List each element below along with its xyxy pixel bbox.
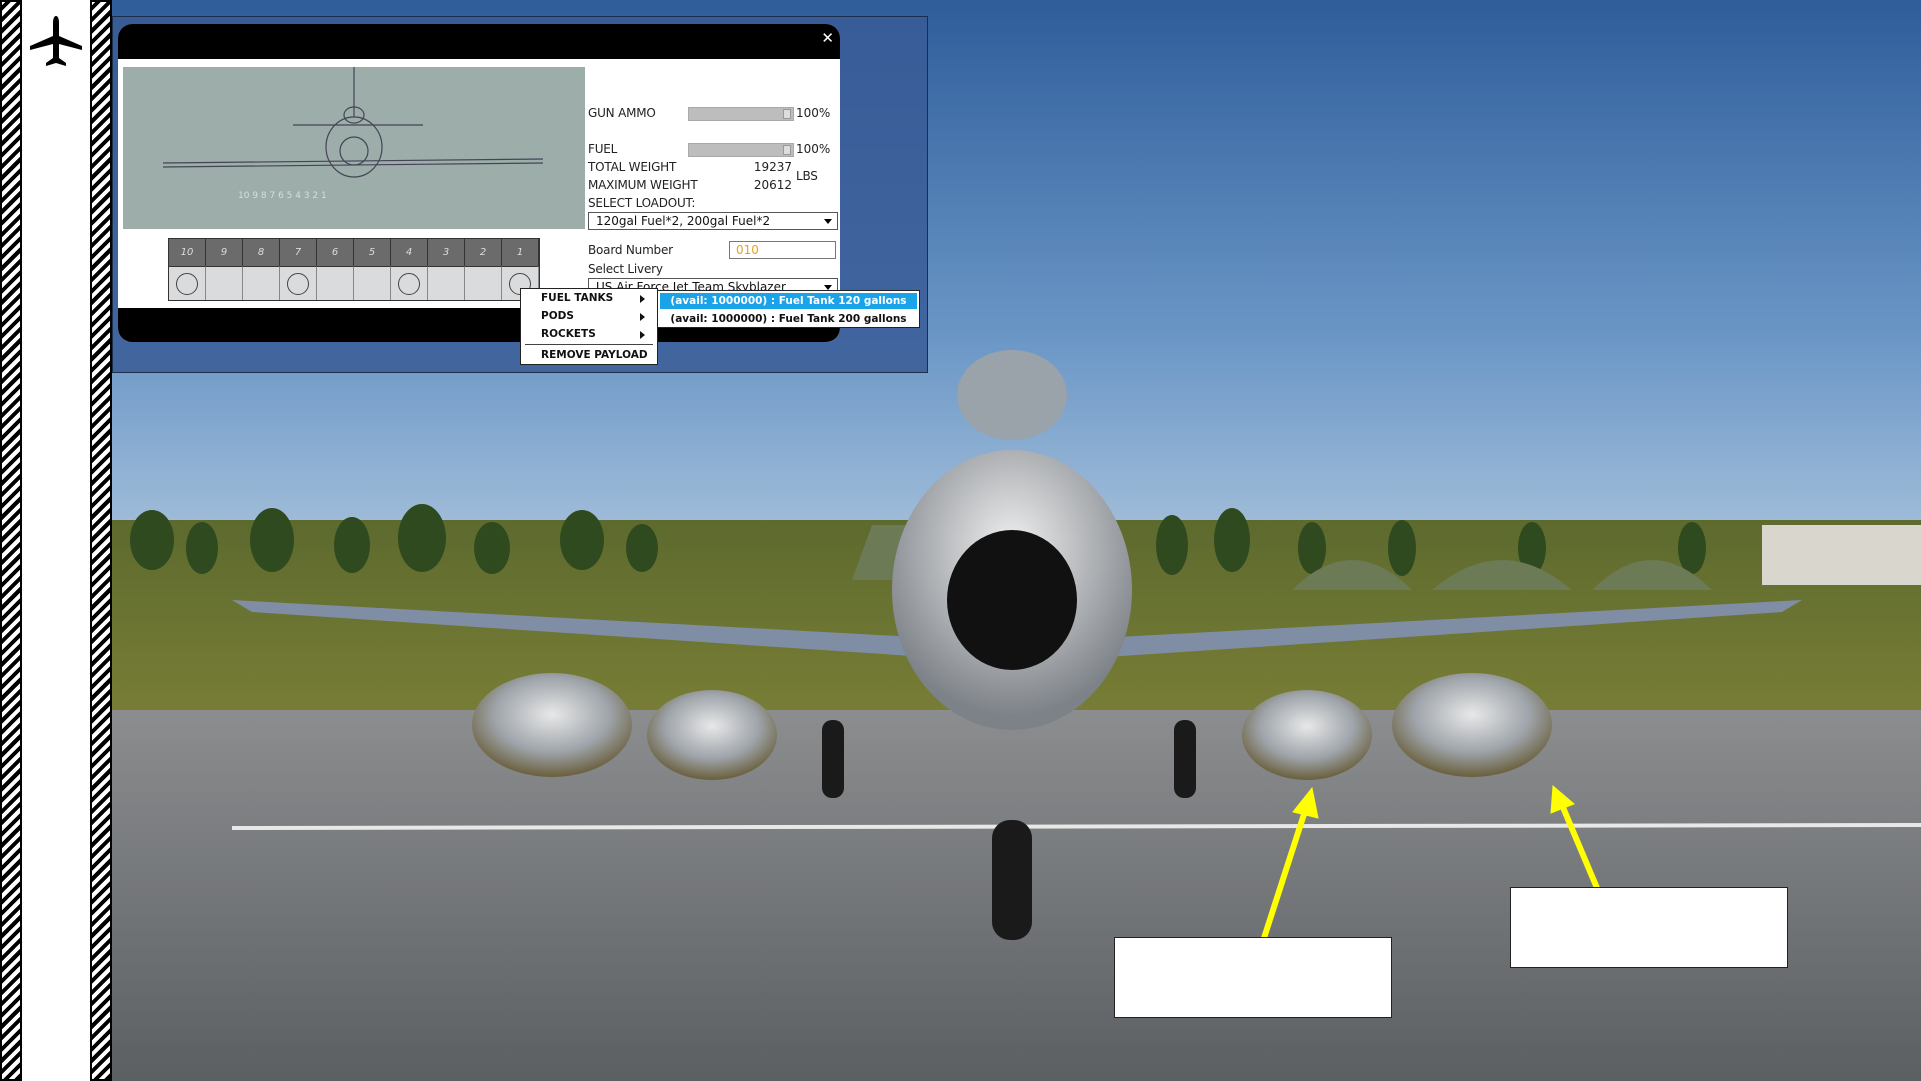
station-slot-9[interactable] xyxy=(206,266,243,300)
station-number: 1 xyxy=(502,239,539,266)
station-number: 2 xyxy=(465,239,502,266)
station-number: 6 xyxy=(317,239,354,266)
window-title-bar[interactable] xyxy=(118,24,840,59)
station-slot-10[interactable] xyxy=(169,266,206,300)
board-number-input[interactable]: 010 xyxy=(729,241,836,259)
screen: { "editor": { "close_glyph": "✕", "previ… xyxy=(0,0,1921,1081)
callout-box-left xyxy=(1114,937,1392,1018)
loadout-select-value: 120gal Fuel*2, 200gal Fuel*2 xyxy=(596,214,771,228)
airplane-icon xyxy=(30,16,82,66)
station-slot-5[interactable] xyxy=(354,266,391,300)
station-slot-4[interactable] xyxy=(391,266,428,300)
station-slot-7[interactable] xyxy=(280,266,317,300)
chevron-down-icon xyxy=(824,219,832,224)
station-slot-8[interactable] xyxy=(243,266,280,300)
menu-item-remove-payload[interactable]: REMOVE PAYLOAD xyxy=(541,349,648,361)
maximum-weight-value: 20612 xyxy=(753,178,792,192)
chevron-right-icon xyxy=(640,295,645,303)
fuel-slider[interactable] xyxy=(688,143,794,157)
station-slot-3[interactable] xyxy=(428,266,465,300)
station-slot-2[interactable] xyxy=(465,266,502,300)
gun-ammo-slider[interactable] xyxy=(688,107,794,121)
hatched-border-right xyxy=(90,0,112,1081)
chevron-right-icon xyxy=(640,331,645,339)
station-number: 9 xyxy=(206,239,243,266)
slider-handle[interactable] xyxy=(783,145,791,155)
station-grid: 10 9 8 7 6 5 4 3 2 1 xyxy=(168,238,540,301)
loadout-select[interactable]: 120gal Fuel*2, 200gal Fuel*2 xyxy=(588,212,838,230)
pylon-loaded-icon xyxy=(287,272,309,295)
aircraft-preview: 10 9 8 7 6 5 4 3 2 1 xyxy=(123,67,585,229)
select-loadout-label: SELECT LOADOUT: xyxy=(588,196,696,210)
gun-ammo-value: 100% xyxy=(796,106,831,120)
station-number: 3 xyxy=(428,239,465,266)
weight-unit: LBS xyxy=(796,169,818,183)
menu-divider xyxy=(525,344,653,345)
preview-station-numbers: 10 9 8 7 6 5 4 3 2 1 xyxy=(238,191,327,201)
station-number: 10 xyxy=(169,239,206,266)
callout-box-right xyxy=(1510,887,1788,968)
slider-handle[interactable] xyxy=(783,109,791,119)
station-number: 4 xyxy=(391,239,428,266)
station-number: 8 xyxy=(243,239,280,266)
maximum-weight-label: MAXIMUM WEIGHT xyxy=(588,178,698,192)
submenu-item-fuel-tank-200[interactable]: (avail: 1000000) : Fuel Tank 200 gallons xyxy=(660,311,917,327)
menu-item-rockets[interactable]: ROCKETS xyxy=(541,328,596,340)
board-number-label: Board Number xyxy=(588,243,673,257)
fuel-value: 100% xyxy=(796,142,831,156)
fuel-tanks-submenu: (avail: 1000000) : Fuel Tank 120 gallons… xyxy=(657,290,920,328)
station-number: 5 xyxy=(354,239,391,266)
left-sidebar xyxy=(0,0,112,1081)
station-number: 7 xyxy=(280,239,317,266)
board-number-value: 010 xyxy=(736,243,759,257)
gun-ammo-label: GUN AMMO xyxy=(588,106,656,120)
pylon-loaded-icon xyxy=(176,272,198,295)
pylon-loaded-icon xyxy=(398,272,420,295)
menu-item-pods[interactable]: PODS xyxy=(541,310,574,322)
total-weight-value: 19237 xyxy=(753,160,792,174)
chevron-right-icon xyxy=(640,313,645,321)
select-livery-label: Select Livery xyxy=(588,262,663,276)
menu-item-fuel-tanks[interactable]: FUEL TANKS xyxy=(541,292,613,304)
station-slot-6[interactable] xyxy=(317,266,354,300)
fuel-label: FUEL xyxy=(588,142,618,156)
hatched-border-left xyxy=(0,0,22,1081)
payload-context-menu: FUEL TANKS PODS ROCKETS REMOVE PAYLOAD xyxy=(520,288,658,365)
total-weight-label: TOTAL WEIGHT xyxy=(588,160,677,174)
submenu-item-fuel-tank-120[interactable]: (avail: 1000000) : Fuel Tank 120 gallons xyxy=(660,293,917,309)
close-icon[interactable]: ✕ xyxy=(821,29,834,47)
